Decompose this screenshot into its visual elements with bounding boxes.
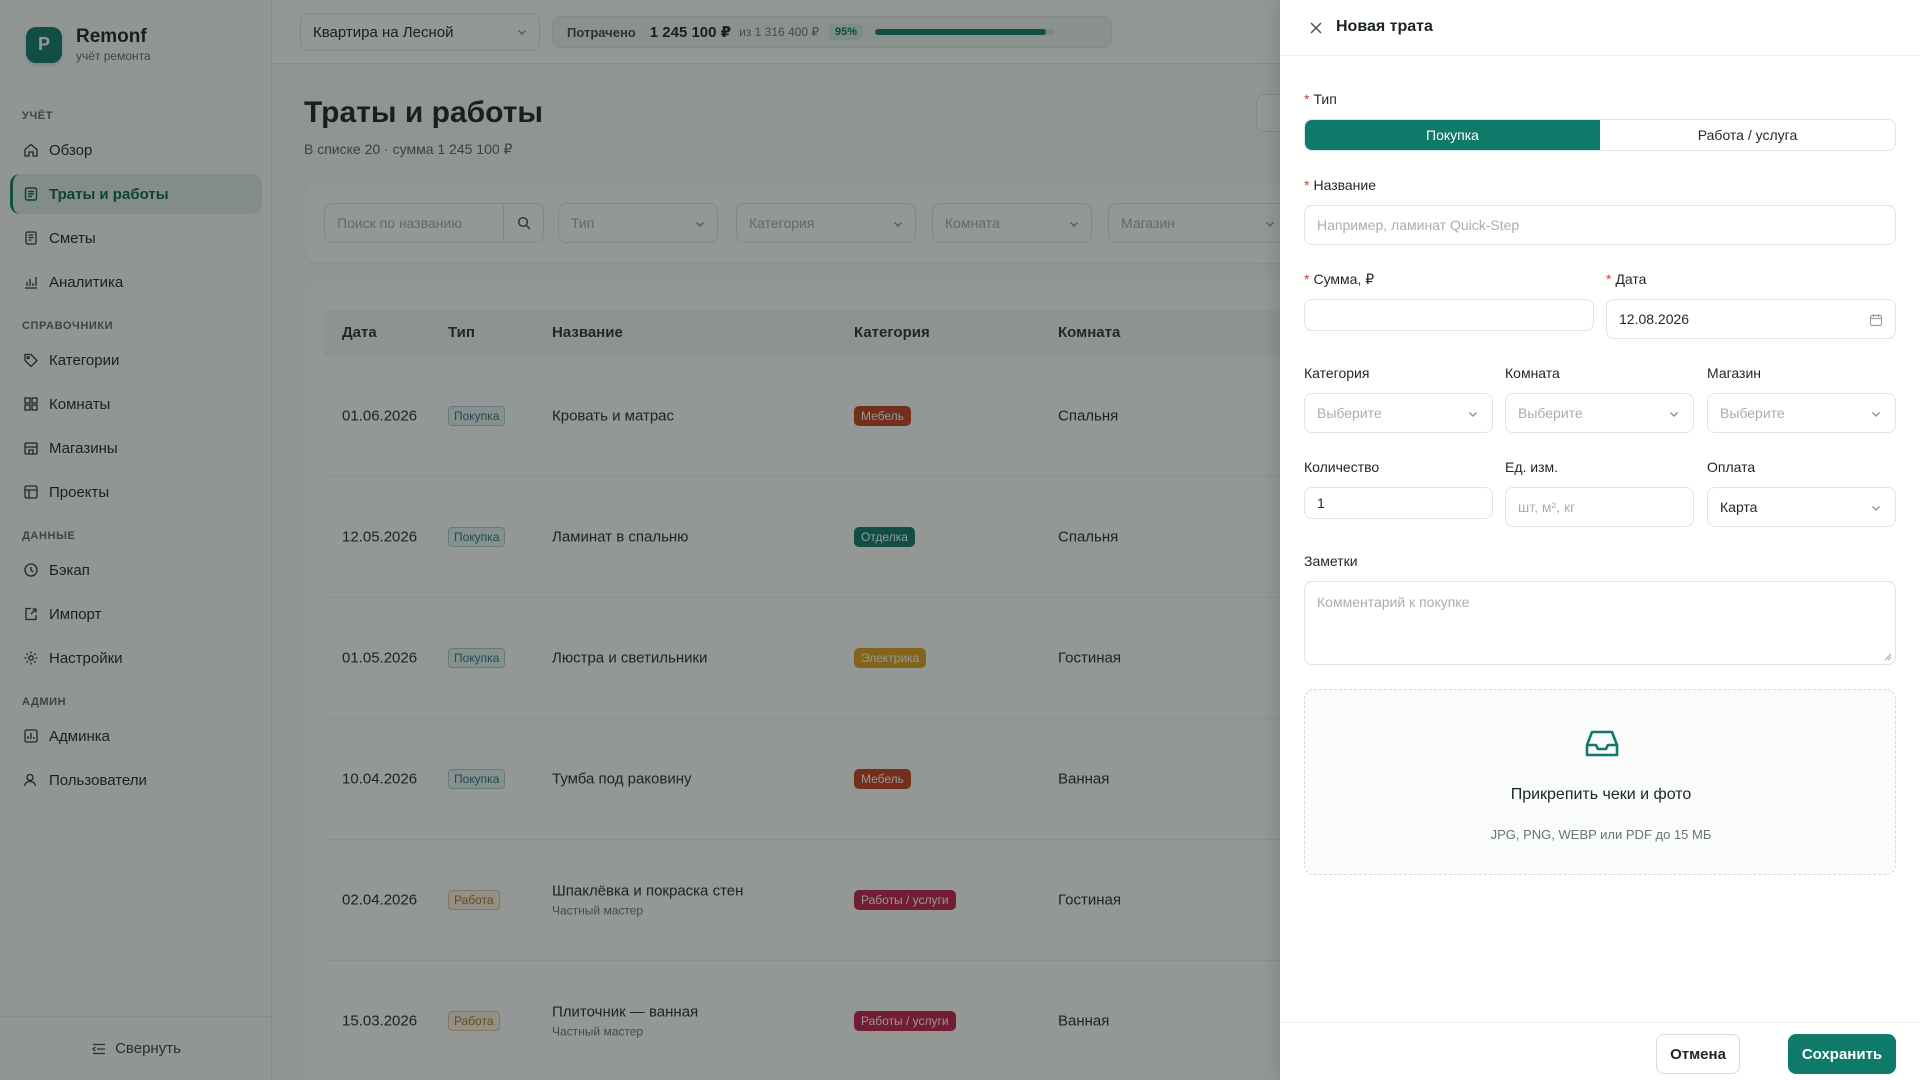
notes-label: Заметки — [1304, 553, 1358, 569]
chevron-down-icon — [1469, 412, 1477, 417]
quantity-label: Количество — [1304, 459, 1380, 475]
type-segmented-control: Покупка Работа / услуга — [1304, 119, 1896, 151]
new-expense-drawer: Новая трата * Тип Покупка Работа / услуга… — [1280, 0, 1920, 1080]
room-label: Комната — [1505, 365, 1560, 381]
name-input[interactable]: Например, ламинат Quick-Step — [1304, 205, 1896, 245]
cancel-button[interactable]: Отмена — [1656, 1034, 1740, 1074]
drawer-header: Новая трата — [1280, 0, 1920, 56]
category-label: Категория — [1304, 365, 1370, 381]
shop-select[interactable]: Выберите — [1707, 393, 1896, 433]
chevron-down-icon — [1872, 506, 1880, 511]
type-label: * Тип — [1304, 91, 1337, 107]
room-select[interactable]: Выберите — [1505, 393, 1694, 433]
payment-select[interactable]: Карта — [1707, 487, 1896, 527]
sum-label: * Сумма, ₽ — [1304, 271, 1375, 287]
sum-input[interactable] — [1304, 299, 1594, 331]
category-select[interactable]: Выберите — [1304, 393, 1493, 433]
close-icon[interactable] — [1308, 20, 1324, 36]
attachment-title: Прикрепить чеки и фото — [1510, 786, 1692, 803]
save-button[interactable]: Сохранить — [1788, 1034, 1896, 1074]
quantity-input[interactable]: 1 — [1304, 487, 1493, 519]
modal-overlay[interactable] — [0, 0, 1280, 1080]
unit-input[interactable]: шт, м², кг — [1505, 487, 1694, 527]
inbox-icon — [1585, 730, 1619, 757]
drawer-title: Новая трата — [1336, 18, 1433, 35]
date-input[interactable]: 12.08.2026 — [1606, 299, 1896, 339]
chevron-down-icon — [1872, 412, 1880, 417]
calendar-icon[interactable] — [1869, 313, 1883, 327]
drawer-footer: Отмена Сохранить — [1280, 1022, 1920, 1080]
date-label: * Дата — [1606, 271, 1647, 287]
attachment-dropzone[interactable]: Прикрепить чеки и фото JPG, PNG, WEBP ил… — [1304, 689, 1896, 875]
shop-label: Магазин — [1707, 365, 1762, 381]
type-option-buy[interactable]: Покупка — [1305, 120, 1600, 150]
name-label: * Название — [1304, 177, 1377, 193]
resize-handle-icon[interactable] — [1884, 653, 1892, 661]
unit-label: Ед. изм. — [1505, 459, 1559, 475]
attachment-hint: JPG, PNG, WEBP или PDF до 15 МБ — [1490, 827, 1712, 842]
chevron-down-icon — [1670, 412, 1678, 417]
payment-label: Оплата — [1707, 459, 1756, 475]
notes-textarea[interactable]: Комментарий к покупке — [1304, 581, 1896, 665]
type-option-work[interactable]: Работа / услуга — [1600, 120, 1895, 150]
